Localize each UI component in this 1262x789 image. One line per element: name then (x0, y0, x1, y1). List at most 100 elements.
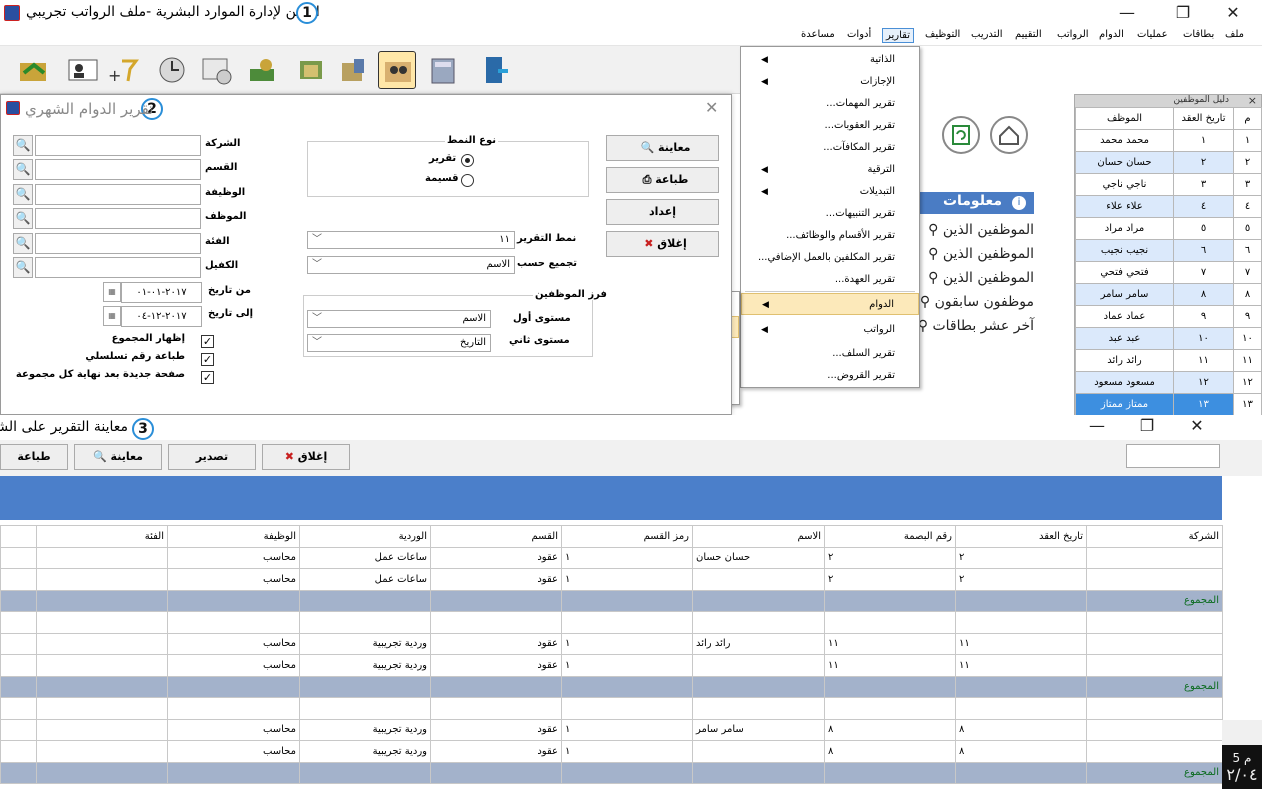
sponsor-input[interactable] (35, 257, 201, 278)
employee-row[interactable]: عبد عبد ١٠ ١٠ (1075, 327, 1262, 350)
employee-row[interactable]: فتحي فتحي ٧ ٧ (1075, 261, 1262, 284)
employee-row[interactable]: عماد عماد ٩ ٩ (1075, 305, 1262, 328)
style-option-report-radio[interactable] (461, 154, 474, 167)
minimize-button[interactable]: — (1104, 0, 1150, 26)
reports-menu-item[interactable]: الدوام ◀ (741, 293, 919, 315)
reports-menu-item[interactable]: تقرير القروض... (741, 365, 919, 387)
employee-row[interactable]: حسان حسان ٢ ٢ (1075, 151, 1262, 174)
dialog-close-icon[interactable]: ✕ (705, 98, 718, 117)
clock-icon[interactable] (152, 51, 190, 89)
reports-menu-item[interactable]: تقرير التنبيهات... (741, 203, 919, 225)
employee-row[interactable]: مسعود مسعود ١٢ ١٢ (1075, 371, 1262, 394)
search-icon[interactable]: 🔍 (13, 135, 33, 156)
reports-menu-item[interactable]: تقرير المكافآت... (741, 137, 919, 159)
search-icon[interactable]: 🔍 (13, 208, 33, 230)
reports-menu-item[interactable]: الإجازات ◀ (741, 71, 919, 93)
menu-evaluation[interactable]: التقييم (1012, 28, 1045, 41)
preview-export-button[interactable]: تصدير (168, 444, 256, 470)
report-column-header[interactable]: الفئة (36, 525, 168, 548)
calendar-icon[interactable]: ▦ (103, 306, 121, 326)
preview-print-button[interactable]: طباعة (0, 444, 68, 470)
menu-hiring[interactable]: التوظيف (922, 28, 963, 41)
dialog-preview-button[interactable]: معاينة 🔍 (606, 135, 719, 161)
column-header-number[interactable]: م (1233, 107, 1262, 130)
reports-menu-item[interactable]: الذاتية ◀ (741, 49, 919, 71)
employee-directory-close-icon[interactable]: × (1248, 94, 1257, 107)
dialog-print-button[interactable]: طباعة ⎙ (606, 167, 719, 193)
preview-close-button[interactable]: ✕ (1174, 413, 1220, 439)
show-total-checkbox[interactable]: ✓ (201, 335, 214, 348)
home-icon[interactable] (990, 116, 1028, 154)
exit-door-icon[interactable] (476, 51, 514, 89)
reports-menu-item[interactable]: تقرير السلف... (741, 343, 919, 365)
restore-button[interactable]: ❐ (1160, 0, 1206, 26)
preview-minimize-button[interactable]: — (1074, 413, 1120, 439)
sort-level2-combo[interactable]: التاريخ ﹀ (307, 334, 491, 352)
department-input[interactable] (35, 159, 201, 181)
reports-menu-item[interactable]: الترقية ◀ (741, 159, 919, 181)
group-by-combo[interactable]: الاسم ﹀ (307, 256, 515, 274)
menu-help[interactable]: مساعدة (798, 28, 838, 41)
reports-menu-item[interactable]: التبديلات ◀ (741, 181, 919, 203)
report-column-header[interactable]: الشركة (1086, 525, 1223, 548)
dialog-close-button[interactable]: إغلاق ✖ (606, 231, 719, 257)
money-icon[interactable] (244, 51, 282, 89)
menu-tools[interactable]: أدوات (844, 28, 874, 41)
menu-training[interactable]: التدريب (968, 28, 1006, 41)
column-header-contract-date[interactable]: تاريخ العقد (1173, 107, 1234, 130)
print-serial-checkbox[interactable]: ✓ (201, 353, 214, 366)
report-column-header[interactable]: الوردية (299, 525, 431, 548)
menu-file[interactable]: ملف (1222, 28, 1247, 41)
report-column-header[interactable]: الاسم (692, 525, 825, 548)
employee-input[interactable] (35, 208, 201, 230)
employee-row[interactable]: علاء علاء ٤ ٤ (1075, 195, 1262, 218)
employee-row[interactable]: نجيب نجيب ٦ ٦ (1075, 239, 1262, 262)
from-date-input[interactable]: ٢٠١٧-٠١-٠١ (121, 282, 202, 303)
reports-menu-item[interactable]: تقرير العهدة... (741, 269, 919, 291)
menu-reports[interactable]: تقارير (882, 28, 915, 43)
menu-attendance[interactable]: الدوام (1096, 28, 1127, 41)
report-style-combo[interactable]: ١١ ﹀ (307, 231, 515, 249)
job-input[interactable] (35, 183, 201, 205)
report-column-header[interactable]: تاريخ العقد (955, 525, 1087, 548)
pin-add-icon[interactable]: + (104, 51, 142, 89)
search-icon[interactable]: 🔍 (13, 257, 33, 278)
report-column-header[interactable]: رمز القسم (561, 525, 693, 548)
reports-menu-item[interactable]: تقرير الأقسام والوظائف... (741, 225, 919, 247)
preview-preview-button[interactable]: معاينة 🔍 (74, 444, 162, 470)
search-icon[interactable]: 🔍 (13, 183, 33, 205)
search-icon[interactable]: 🔍 (13, 232, 33, 254)
folder-tag-icon[interactable] (334, 51, 372, 89)
calculator-icon[interactable] (424, 51, 462, 89)
column-header-employee[interactable]: الموظف (1075, 107, 1174, 130)
dialog-setup-button[interactable]: إعداد (606, 199, 719, 225)
style-option-voucher-radio[interactable] (461, 174, 474, 187)
reports-menu-item[interactable]: الرواتب ◀ (741, 319, 919, 341)
report-column-header[interactable]: رقم البصمة (824, 525, 956, 548)
preview-restore-button[interactable]: ❐ (1124, 413, 1170, 439)
employee-row[interactable]: رائد رائد ١١ ١١ (1075, 349, 1262, 372)
to-date-input[interactable]: ٢٠١٧-١٢-٠٤ (121, 306, 202, 327)
refresh-icon[interactable] (942, 116, 980, 154)
employee-row[interactable]: سامر سامر ٨ ٨ (1075, 283, 1262, 306)
menu-payroll[interactable]: الرواتب (1054, 28, 1092, 41)
company-input[interactable] (35, 135, 201, 156)
close-button[interactable]: ✕ (1210, 0, 1256, 26)
folder-icon[interactable] (14, 51, 52, 89)
users-report-icon[interactable] (378, 51, 416, 89)
preview-page-input[interactable] (1126, 444, 1220, 468)
calendar-clock-icon[interactable] (198, 51, 236, 89)
sort-level1-combo[interactable]: الاسم ﹀ (307, 310, 491, 328)
search-icon[interactable]: 🔍 (13, 159, 33, 181)
category-input[interactable] (35, 232, 201, 254)
menu-cards[interactable]: بطاقات (1180, 28, 1217, 41)
employee-row[interactable]: محمد محمد ١ ١ (1075, 129, 1262, 152)
employee-row[interactable]: ناجي ناجي ٣ ٣ (1075, 173, 1262, 196)
calendar-icon[interactable]: ▦ (103, 282, 121, 302)
reports-menu-item[interactable]: تقرير المهمات... (741, 93, 919, 115)
employee-row[interactable]: مراد مراد ٥ ٥ (1075, 217, 1262, 240)
reports-menu-item[interactable]: تقرير العقوبات... (741, 115, 919, 137)
employee-card-icon[interactable] (64, 51, 102, 89)
report-column-header[interactable]: الوظيفة (167, 525, 300, 548)
new-page-checkbox[interactable]: ✓ (201, 371, 214, 384)
